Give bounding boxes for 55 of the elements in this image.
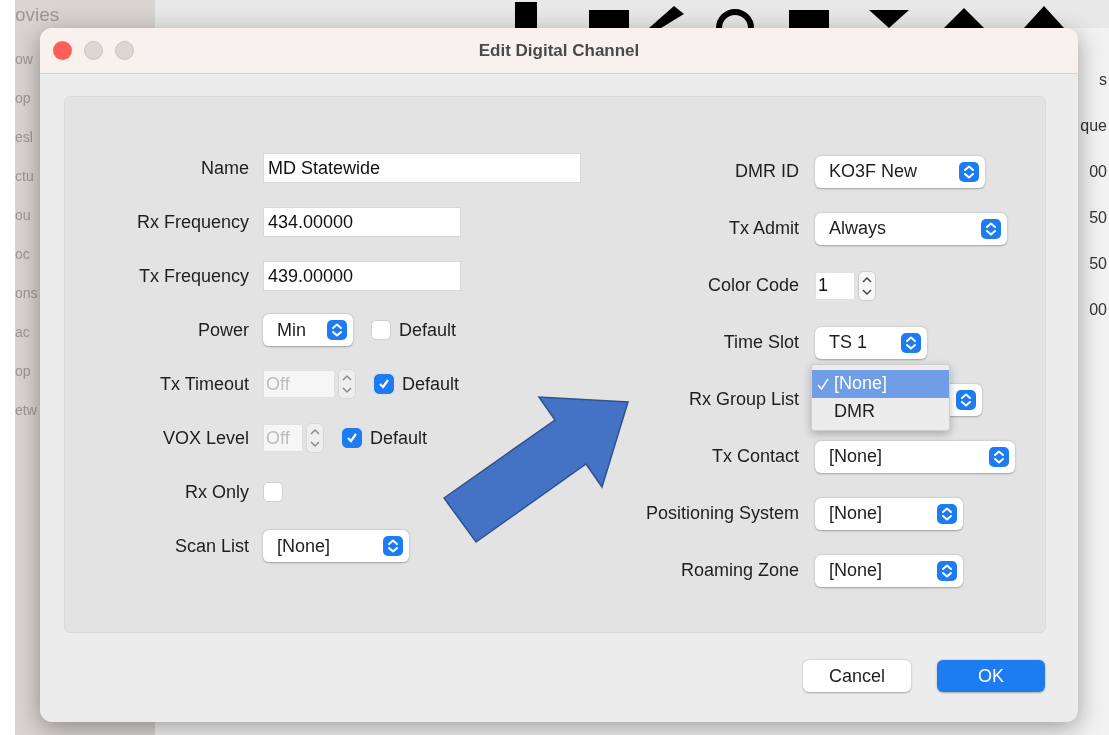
menu-item[interactable]: DMR [812, 397, 949, 426]
close-icon[interactable] [53, 41, 72, 60]
chevron-up-down-icon [937, 503, 957, 524]
field-label: Color Code [706, 275, 799, 296]
popup-button[interactable]: Always [815, 212, 1007, 245]
popup-button[interactable]: [None] [263, 530, 409, 562]
chevron-up-down-icon [989, 446, 1009, 467]
chevron-up-down-icon [956, 389, 976, 410]
field-label: VOX Level [161, 427, 249, 449]
cancel-button[interactable]: Cancel [803, 660, 911, 692]
input-field[interactable]: 434.00000 [263, 207, 461, 237]
table-cell: 00 [1089, 162, 1107, 182]
chevron-up-down-icon [901, 332, 921, 353]
field-label: Power [196, 319, 249, 341]
checkmark-icon [377, 377, 391, 391]
field-label: Time Slot [722, 332, 799, 353]
table-cell: 50 [1089, 208, 1107, 228]
field-label: Tx Contact [710, 446, 799, 467]
field-label: DMR ID [734, 161, 799, 182]
input-field[interactable]: MD Statewide [263, 153, 581, 183]
chevron-up-down-icon [327, 320, 347, 340]
window-title: Edit Digital Channel [478, 40, 640, 61]
chevron-up-down-icon [959, 161, 979, 182]
chevron-up-down-icon [937, 560, 957, 581]
field-label: Name [200, 157, 249, 179]
chevron-up-down-icon [383, 536, 403, 556]
stepper-arrows-icon[interactable] [858, 270, 876, 301]
field-label: Scan List [173, 535, 249, 557]
field-label: Roaming Zone [679, 560, 799, 581]
zoom-icon[interactable] [115, 41, 134, 60]
ok-button[interactable]: OK [937, 660, 1045, 692]
popup-button[interactable]: [None] [815, 554, 963, 587]
popup-button[interactable]: [None] [815, 497, 963, 530]
field-label: Rx Frequency [135, 211, 249, 233]
checkmark-icon [345, 431, 359, 445]
popup-button[interactable]: TS 1 [815, 326, 927, 359]
table-cell: que [1080, 116, 1107, 136]
checkmark-icon [816, 376, 830, 391]
chevron-up-down-icon [981, 218, 1001, 239]
popup-button[interactable]: Min [263, 314, 353, 346]
table-cell: 50 [1089, 254, 1107, 274]
field-label: Tx Timeout [158, 373, 249, 395]
field-label: Positioning System [644, 503, 799, 524]
table-cell: 00 [1089, 300, 1107, 320]
minimize-icon[interactable] [84, 41, 103, 60]
table-cell: s [1099, 70, 1107, 90]
field-label: Tx Frequency [137, 265, 249, 287]
checkbox-label[interactable]: Default [399, 319, 457, 341]
field-label: Tx Admit [728, 218, 799, 239]
input-field[interactable]: 1 [815, 271, 855, 300]
field-label: Rx Group List [687, 389, 799, 410]
popup-button[interactable]: KO3F New [815, 155, 985, 188]
popup-button[interactable]: [None] [815, 440, 1015, 473]
input-field[interactable]: 439.00000 [263, 261, 461, 291]
field-label: Rx Only [184, 481, 249, 503]
